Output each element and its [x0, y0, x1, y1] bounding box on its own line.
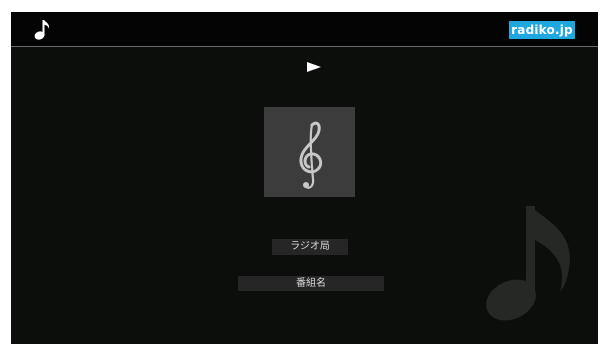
album-artwork [264, 107, 355, 197]
music-note-icon [33, 17, 53, 41]
player-window: radiko.jp ラジオ局 番組名 [11, 12, 598, 344]
top-bar: radiko.jp [11, 12, 598, 46]
station-name: ラジオ局 [272, 239, 348, 255]
radiko-logo[interactable]: radiko.jp [509, 21, 575, 39]
play-icon[interactable] [306, 58, 322, 72]
header-divider [11, 46, 598, 47]
treble-clef-icon [264, 107, 355, 197]
program-name: 番組名 [238, 276, 384, 291]
music-note-icon [481, 200, 581, 325]
